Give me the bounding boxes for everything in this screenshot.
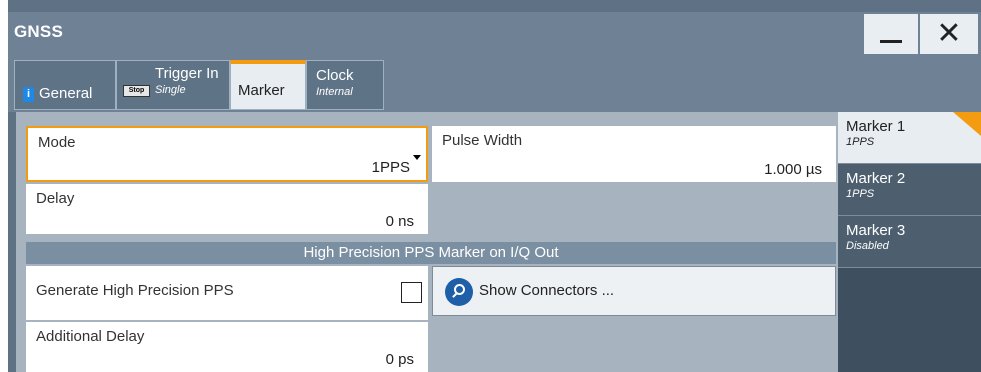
mode-dropdown[interactable]: Mode 1PPS [26,126,428,182]
delay-label: Delay [36,190,75,207]
gnss-window: GNSS ✕ i General Stop Trigger In Single … [8,0,981,372]
tab-clock-sub: Internal [316,86,353,98]
title-bar: GNSS ✕ [8,12,981,56]
info-icon: i [23,87,34,102]
additional-delay-value: 0 ps [385,351,414,368]
tab-bar: i General Stop Trigger In Single Marker … [8,56,981,112]
delay-value: 0 ns [385,213,414,230]
tab-trigger-in[interactable]: Stop Trigger In Single [116,60,230,110]
tab-clock-label: Clock [316,67,354,84]
marker-item-3[interactable]: Marker 3 Disabled [838,216,981,268]
marker-3-name: Marker 3 [846,222,906,239]
generate-hp-pps-checkbox[interactable] [401,282,422,303]
search-icon [445,278,473,306]
marker-item-2[interactable]: Marker 2 1PPS [838,164,981,216]
marker-1-sub: 1PPS [846,136,875,148]
section-header: High Precision PPS Marker on I/Q Out [26,242,836,264]
marker-settings-panel: Mode 1PPS Pulse Width 1.000 µs Delay 0 n… [16,112,838,372]
tab-trigger-in-sub: Single [155,84,186,96]
close-icon: ✕ [936,17,962,50]
additional-delay-label: Additional Delay [36,328,145,345]
active-corner-indicator [953,112,981,136]
tab-general[interactable]: i General [14,60,116,110]
tab-clock[interactable]: Clock Internal [306,60,384,110]
marker-2-name: Marker 2 [846,170,906,187]
pulse-width-value: 1.000 µs [764,161,822,178]
show-connectors-button[interactable]: Show Connectors ... [432,266,836,316]
stop-icon: Stop [123,85,150,97]
tab-marker[interactable]: Marker [230,60,306,110]
marker-3-sub: Disabled [846,240,889,252]
marker-list: Marker 1 1PPS Marker 2 1PPS Marker 3 Dis… [838,112,981,372]
generate-hp-pps-row: Generate High Precision PPS [26,266,428,320]
generate-hp-pps-label: Generate High Precision PPS [36,282,234,299]
minimize-button[interactable] [864,14,918,54]
delay-field[interactable]: Delay 0 ns [26,184,428,234]
tab-trigger-in-label: Trigger In [155,65,219,82]
window-title: GNSS [14,22,63,41]
minimize-icon [880,39,902,43]
marker-2-sub: 1PPS [846,188,875,200]
pulse-width-label: Pulse Width [442,132,523,149]
dropdown-arrow-icon [413,155,421,160]
tab-general-label: General [39,85,93,102]
show-connectors-label: Show Connectors ... [479,282,615,299]
mode-label: Mode [38,134,76,151]
marker-item-1[interactable]: Marker 1 1PPS [838,112,981,164]
tab-marker-label: Marker [238,82,285,99]
marker-1-name: Marker 1 [846,118,906,135]
close-button[interactable]: ✕ [920,14,978,54]
pulse-width-field[interactable]: Pulse Width 1.000 µs [432,126,836,182]
mode-value: 1PPS [371,159,410,176]
additional-delay-field[interactable]: Additional Delay 0 ps [26,322,428,372]
